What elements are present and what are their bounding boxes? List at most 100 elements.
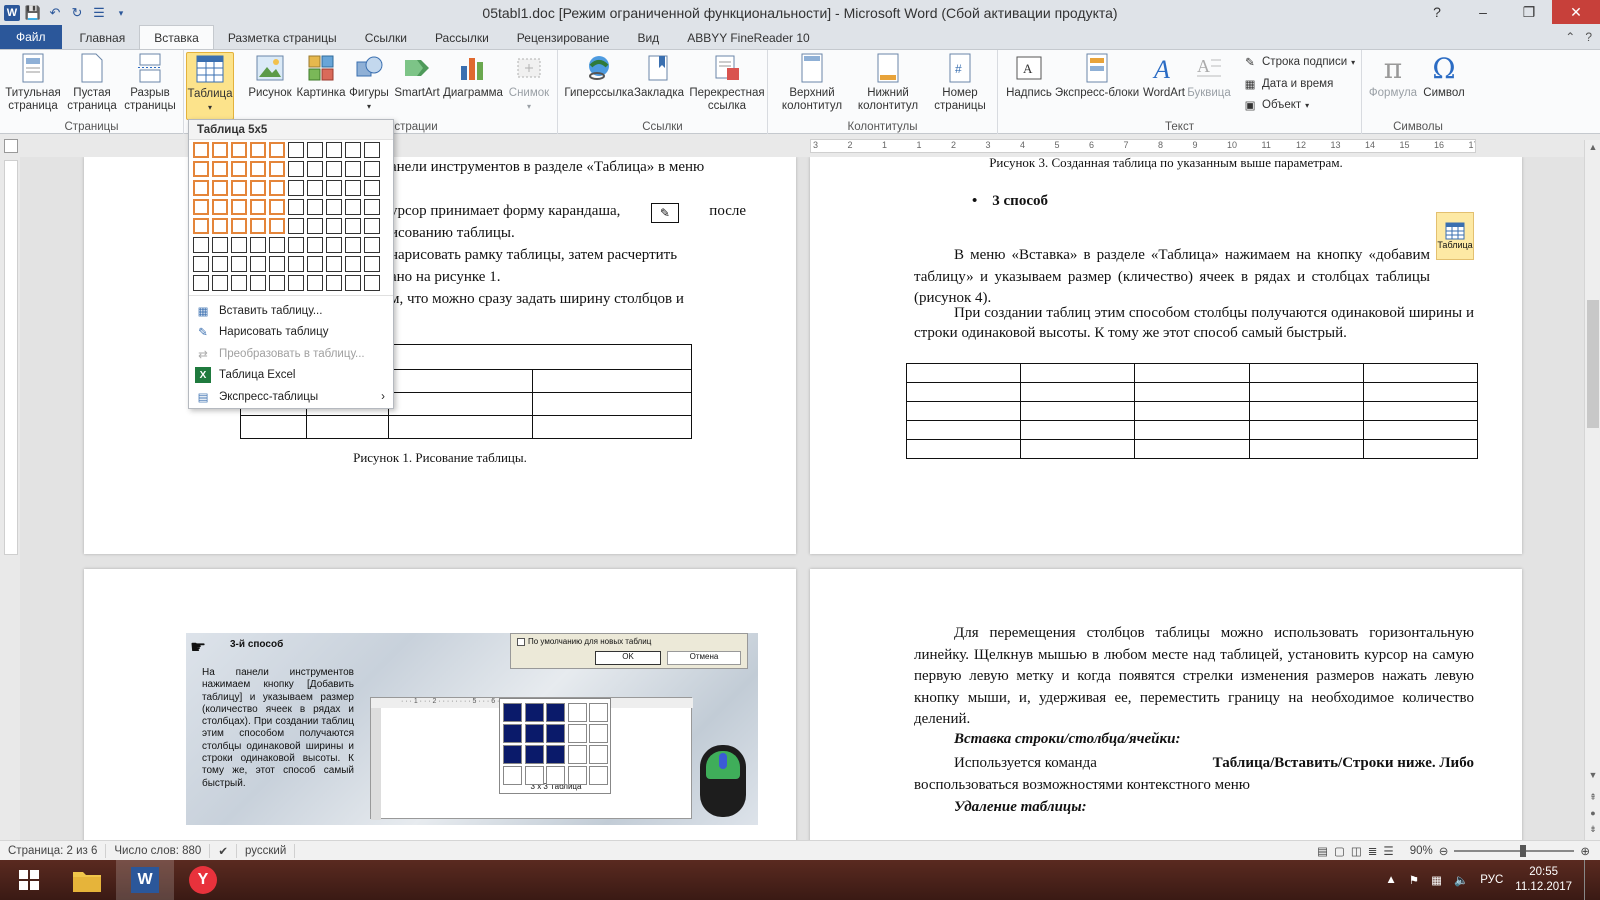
table-grid-cell[interactable] — [231, 237, 247, 253]
language-indicator[interactable]: РУС — [1480, 874, 1503, 886]
full-screen-icon[interactable]: ▢ — [1334, 844, 1345, 858]
table-grid-cell[interactable] — [193, 218, 209, 234]
table-grid-cell[interactable] — [307, 237, 323, 253]
page-indicator[interactable]: Страница: 2 из 6 — [0, 843, 107, 858]
clipart-button[interactable]: Картинка — [296, 52, 346, 100]
table-grid-cell[interactable] — [345, 275, 361, 291]
clock[interactable]: 20:55 11.12.2017 — [1515, 865, 1572, 895]
table-grid-cell[interactable] — [250, 275, 266, 291]
table-grid-cell[interactable] — [326, 275, 342, 291]
tab-abbyy[interactable]: ABBYY FineReader 10 — [673, 27, 824, 49]
table-grid-cell[interactable] — [212, 199, 228, 215]
symbol-button[interactable]: Ω Символ — [1420, 52, 1468, 100]
word-logo-icon[interactable]: W — [4, 5, 20, 21]
list-icon[interactable]: ☰ — [90, 4, 108, 22]
tray-arrow-icon[interactable]: ▲ — [1385, 874, 1396, 886]
tab-insert[interactable]: Вставка — [139, 25, 214, 49]
table-grid-cell[interactable] — [364, 199, 380, 215]
shapes-button[interactable]: Фигуры ▾ — [346, 52, 392, 113]
table-grid-cell[interactable] — [288, 180, 304, 196]
table-grid-cell[interactable] — [193, 237, 209, 253]
table-menu-item[interactable]: ▤ Экспресс-таблицы › — [189, 386, 393, 407]
table-grid-cell[interactable] — [269, 161, 285, 177]
web-layout-icon[interactable]: ◫ — [1351, 844, 1362, 858]
tab-page-layout[interactable]: Разметка страницы — [214, 27, 351, 49]
table-grid-cell[interactable] — [193, 199, 209, 215]
table-grid-cell[interactable] — [288, 218, 304, 234]
vertical-scrollbar[interactable]: ▲ ▼ ⇞ ● ⇟ — [1584, 140, 1600, 840]
signature-line-button[interactable]: ✎ Строка подписи ▾ — [1242, 54, 1355, 70]
tab-file[interactable]: Файл — [0, 25, 62, 49]
tab-references[interactable]: Ссылки — [351, 27, 421, 49]
blank-page-button[interactable]: Пустая страница — [66, 52, 118, 113]
table-grid-cell[interactable] — [250, 256, 266, 272]
textbox-button[interactable]: A Надпись — [1004, 52, 1054, 100]
language[interactable]: русский — [237, 843, 296, 858]
smartart-button[interactable]: SmartArt — [392, 52, 442, 100]
zoom-in-icon[interactable]: ⊕ — [1580, 844, 1590, 858]
table-grid-cell[interactable] — [231, 275, 247, 291]
table-grid-cell[interactable] — [212, 218, 228, 234]
table-grid-cell[interactable] — [364, 218, 380, 234]
table-grid-cell[interactable] — [326, 180, 342, 196]
table-grid-cell[interactable] — [193, 161, 209, 177]
help-icon[interactable]: ? — [1585, 30, 1592, 44]
table-grid-cell[interactable] — [250, 199, 266, 215]
table-grid-cell[interactable] — [250, 218, 266, 234]
table-grid-cell[interactable] — [326, 218, 342, 234]
table-grid-cell[interactable] — [212, 237, 228, 253]
table-grid-cell[interactable] — [364, 256, 380, 272]
table-grid-cell[interactable] — [307, 256, 323, 272]
table-grid-cell[interactable] — [345, 199, 361, 215]
tab-selector[interactable] — [4, 139, 18, 153]
table-grid-cell[interactable] — [269, 275, 285, 291]
table-grid-cell[interactable] — [288, 237, 304, 253]
table-grid-cell[interactable] — [307, 142, 323, 158]
table-grid-cell[interactable] — [326, 199, 342, 215]
tab-view[interactable]: Вид — [623, 27, 673, 49]
tab-review[interactable]: Рецензирование — [503, 27, 624, 49]
page-number-button[interactable]: # Номер страницы — [926, 52, 994, 113]
table-grid-cell[interactable] — [269, 256, 285, 272]
table-grid-cell[interactable] — [364, 237, 380, 253]
next-page-icon[interactable]: ⇟ — [1585, 824, 1600, 835]
restore-button[interactable]: ❐ — [1506, 0, 1552, 24]
table-button[interactable]: Таблица ▾ — [186, 52, 234, 120]
table-grid-cell[interactable] — [345, 218, 361, 234]
table-grid-cell[interactable] — [307, 199, 323, 215]
scroll-up-icon[interactable]: ▲ — [1585, 142, 1600, 152]
table-grid-cell[interactable] — [345, 142, 361, 158]
table-grid-cell[interactable] — [193, 180, 209, 196]
table-menu-item[interactable]: ✎ Нарисовать таблицу — [189, 322, 393, 343]
table-grid-cell[interactable] — [193, 256, 209, 272]
dropcap-button[interactable]: A Буквица — [1187, 52, 1231, 100]
screenshot-button[interactable]: Снимок ▾ — [504, 52, 554, 113]
table-grid-cell[interactable] — [250, 237, 266, 253]
zoom-slider[interactable] — [1454, 845, 1575, 857]
table-grid-cell[interactable] — [193, 275, 209, 291]
wordart-button[interactable]: A WordArt — [1140, 52, 1188, 100]
table-grid-cell[interactable] — [250, 142, 266, 158]
hyperlink-button[interactable]: Гиперссылка — [564, 52, 634, 100]
table-grid-cell[interactable] — [269, 142, 285, 158]
table-grid-cell[interactable] — [345, 161, 361, 177]
table-grid-cell[interactable] — [364, 161, 380, 177]
chart-button[interactable]: Диаграмма — [442, 52, 504, 100]
network-icon[interactable]: ▦ — [1431, 873, 1442, 887]
table-grid-cell[interactable] — [212, 180, 228, 196]
picture-button[interactable]: Рисунок — [248, 52, 292, 100]
table-grid-cell[interactable] — [288, 199, 304, 215]
table-grid-cell[interactable] — [212, 256, 228, 272]
table-grid-cell[interactable] — [307, 218, 323, 234]
browse-object-icon[interactable]: ● — [1585, 808, 1600, 818]
volume-icon[interactable]: 🔈 — [1454, 873, 1468, 887]
table-grid-cell[interactable] — [212, 275, 228, 291]
datetime-button[interactable]: ▦ Дата и время — [1242, 76, 1334, 92]
print-layout-icon[interactable]: ▤ — [1317, 844, 1328, 858]
quick-parts-button[interactable]: Экспресс-блоки — [1054, 52, 1140, 100]
table-menu-item[interactable]: ⇄ Преобразовать в таблицу... — [189, 343, 393, 364]
equation-button[interactable]: π Формула — [1368, 52, 1418, 100]
file-explorer-button[interactable] — [58, 860, 116, 900]
scrollbar-thumb[interactable] — [1587, 300, 1599, 428]
outline-icon[interactable]: ≣ — [1368, 844, 1378, 858]
